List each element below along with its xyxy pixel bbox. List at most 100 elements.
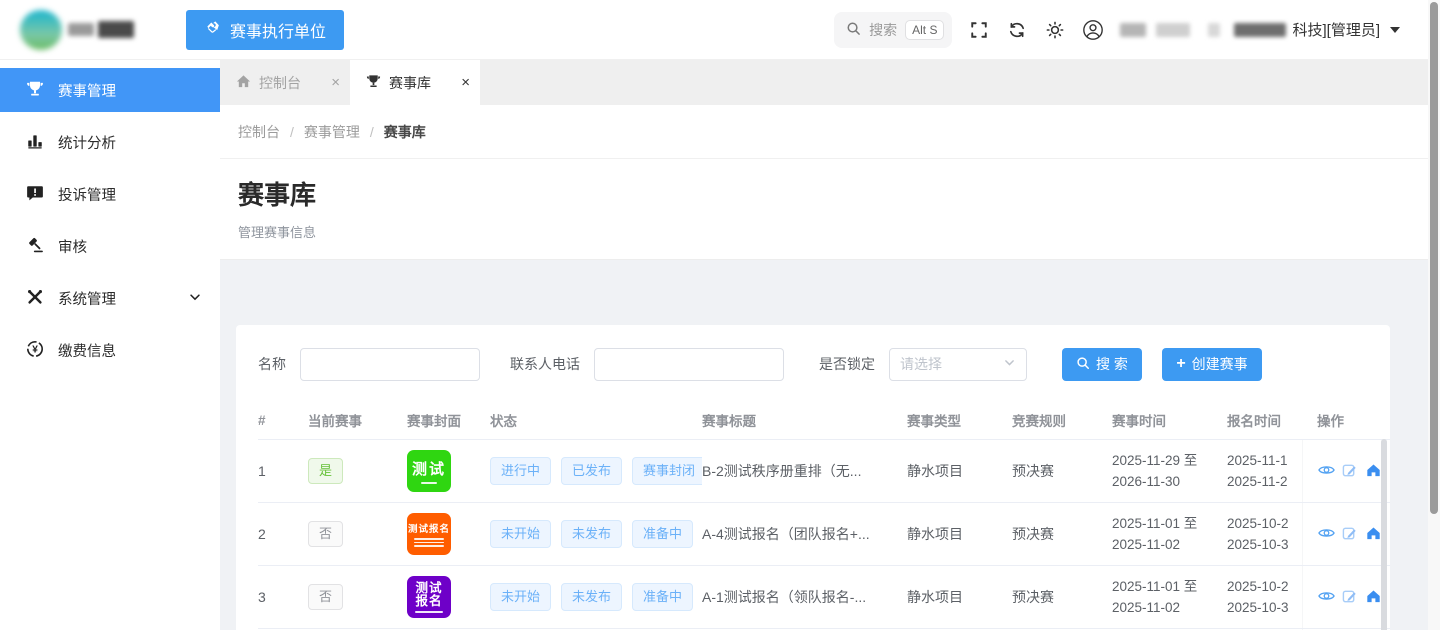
edit-icon[interactable] xyxy=(1342,526,1359,543)
col-rule: 竞赛规则 xyxy=(1012,401,1112,439)
user-name-redacted xyxy=(1120,23,1146,37)
breadcrumb-item[interactable]: 控制台 xyxy=(238,122,280,142)
competition-rule: 预决赛 xyxy=(1012,587,1112,607)
main-area: 控制台 × 赛事库 × 控制台 / 赛事管理 / 赛事库 赛事库 管理赛事信 xyxy=(220,60,1428,630)
sidebar-item-label: 系统管理 xyxy=(58,288,174,309)
sidebar-item-label: 投诉管理 xyxy=(58,184,202,205)
sidebar-item-complaints[interactable]: 投诉管理 xyxy=(0,172,220,216)
name-filter-label: 名称 xyxy=(258,354,286,374)
theme-brightness-icon[interactable] xyxy=(1044,19,1066,41)
edit-icon[interactable] xyxy=(1342,463,1359,480)
event-title: A-1测试报名（领队报名-... xyxy=(702,587,907,607)
search-button[interactable]: 搜 索 xyxy=(1062,348,1142,381)
col-current: 当前赛事 xyxy=(308,401,407,439)
chevron-down-icon xyxy=(1003,356,1016,372)
view-icon[interactable] xyxy=(1318,463,1335,480)
user-org-redacted xyxy=(1234,23,1286,37)
status-badge: 准备中 xyxy=(632,583,693,611)
col-title: 赛事标题 xyxy=(702,401,907,439)
user-name-redacted xyxy=(1208,23,1220,37)
row-actions xyxy=(1302,503,1390,565)
lock-filter-select[interactable]: 请选择 xyxy=(889,348,1027,381)
user-role-label: 科技][管理员] xyxy=(1292,19,1380,40)
fullscreen-icon[interactable] xyxy=(968,19,990,41)
col-index: # xyxy=(258,401,308,439)
sidebar-item-label: 审核 xyxy=(58,236,202,257)
breadcrumb: 控制台 / 赛事管理 / 赛事库 xyxy=(238,122,426,142)
row-actions xyxy=(1302,566,1390,628)
col-cover: 赛事封面 xyxy=(407,401,490,439)
col-status: 状态 xyxy=(490,401,702,439)
tab-event-library[interactable]: 赛事库 × xyxy=(350,60,480,105)
breadcrumb-current: 赛事库 xyxy=(384,122,426,142)
app-logo xyxy=(12,7,142,53)
col-reg-time: 报名时间 xyxy=(1227,401,1302,439)
search-button-label: 搜 索 xyxy=(1096,354,1128,374)
user-avatar-icon[interactable] xyxy=(1082,19,1104,41)
event-cover[interactable]: 测试报名 xyxy=(407,513,451,555)
sidebar-item-payment[interactable]: ¥ 缴费信息 xyxy=(0,328,220,372)
event-cover[interactable]: 测试 xyxy=(407,450,451,492)
status-badge: 已发布 xyxy=(561,457,622,485)
page-scrollbar[interactable] xyxy=(1428,0,1440,630)
page-subtitle: 管理赛事信息 xyxy=(238,222,1410,241)
table-row: 1 是 测试 进行中已发布赛事封闭 B-2测试秩序册重排（无... 静水项目 预… xyxy=(258,440,1390,503)
svg-text:¥: ¥ xyxy=(32,344,38,355)
event-type: 静水项目 xyxy=(907,587,1012,607)
sidebar-item-event-management[interactable]: 赛事管理 xyxy=(0,68,220,112)
bar-chart-icon xyxy=(26,132,44,153)
phone-filter-input[interactable] xyxy=(594,348,784,381)
select-placeholder: 请选择 xyxy=(900,354,942,374)
tab-console[interactable]: 控制台 × xyxy=(220,60,350,105)
event-time: 2025-11-01 至2025-11-02 xyxy=(1112,576,1227,618)
sidebar-item-statistics[interactable]: 统计分析 xyxy=(0,120,220,164)
search-icon xyxy=(1076,356,1090,373)
refresh-icon[interactable] xyxy=(1006,19,1028,41)
sidebar-item-audit[interactable]: 审核 xyxy=(0,224,220,268)
status-tags: 进行中已发布赛事封闭 xyxy=(490,457,702,485)
breadcrumb-item[interactable]: 赛事管理 xyxy=(304,122,360,142)
exec-unit-label: 赛事执行单位 xyxy=(230,18,326,42)
sidebar-item-label: 缴费信息 xyxy=(58,340,202,361)
phone-filter-label: 联系人电话 xyxy=(510,354,580,374)
table-row: 2 否 测试报名 未开始未发布准备中 A-4测试报名（团队报名+... 静水项目… xyxy=(258,503,1390,566)
status-tags: 未开始未发布准备中 xyxy=(490,583,702,611)
filter-bar: 名称 联系人电话 是否锁定 请选择 搜 xyxy=(258,347,1390,381)
exec-unit-button[interactable]: 赛事执行单位 xyxy=(186,10,344,50)
event-table: # 当前赛事 赛事封面 状态 赛事标题 赛事类型 竞赛规则 赛事时间 报名时间 … xyxy=(258,401,1390,630)
table-header-row: # 当前赛事 赛事封面 状态 赛事标题 赛事类型 竞赛规则 赛事时间 报名时间 … xyxy=(258,401,1390,440)
col-event-time: 赛事时间 xyxy=(1112,401,1227,439)
page-title: 赛事库 xyxy=(238,175,1410,212)
name-filter-input[interactable] xyxy=(300,348,480,381)
user-menu[interactable]: 科技][管理员] xyxy=(1120,19,1400,40)
create-event-button[interactable]: + 创建赛事 xyxy=(1162,348,1262,381)
status-tags: 未开始未发布准备中 xyxy=(490,520,702,548)
registration-time: 2025-10-22025-10-3 xyxy=(1227,576,1302,618)
event-type: 静水项目 xyxy=(907,524,1012,544)
caret-down-icon xyxy=(1390,27,1400,33)
view-icon[interactable] xyxy=(1318,589,1335,606)
row-index: 2 xyxy=(258,526,308,542)
app-window: 赛事执行单位 搜索 Alt S xyxy=(0,0,1440,630)
view-icon[interactable] xyxy=(1318,526,1335,543)
top-header: 赛事执行单位 搜索 Alt S xyxy=(0,0,1440,60)
page-scrollbar-thumb[interactable] xyxy=(1430,2,1438,514)
sidebar-item-label: 统计分析 xyxy=(58,132,202,153)
close-icon[interactable]: × xyxy=(331,75,340,90)
sidebar-item-label: 赛事管理 xyxy=(58,80,202,101)
edit-icon[interactable] xyxy=(1342,589,1359,606)
plus-icon: + xyxy=(1176,356,1185,372)
tab-label: 赛事库 xyxy=(389,73,453,93)
breadcrumb-separator: / xyxy=(290,124,294,140)
row-actions xyxy=(1302,440,1390,502)
sidebar-item-system[interactable]: 系统管理 xyxy=(0,276,220,320)
status-badge: 未发布 xyxy=(561,583,622,611)
table-scrollbar[interactable] xyxy=(1381,439,1387,630)
status-badge: 未开始 xyxy=(490,583,551,611)
event-list-card: 名称 联系人电话 是否锁定 请选择 搜 xyxy=(236,325,1390,630)
event-cover[interactable]: 测试报名 xyxy=(407,576,451,618)
current-event-badge: 否 xyxy=(308,521,343,547)
close-icon[interactable]: × xyxy=(461,75,470,90)
complaint-bubble-icon xyxy=(26,184,44,205)
global-search[interactable]: 搜索 Alt S xyxy=(834,12,952,48)
